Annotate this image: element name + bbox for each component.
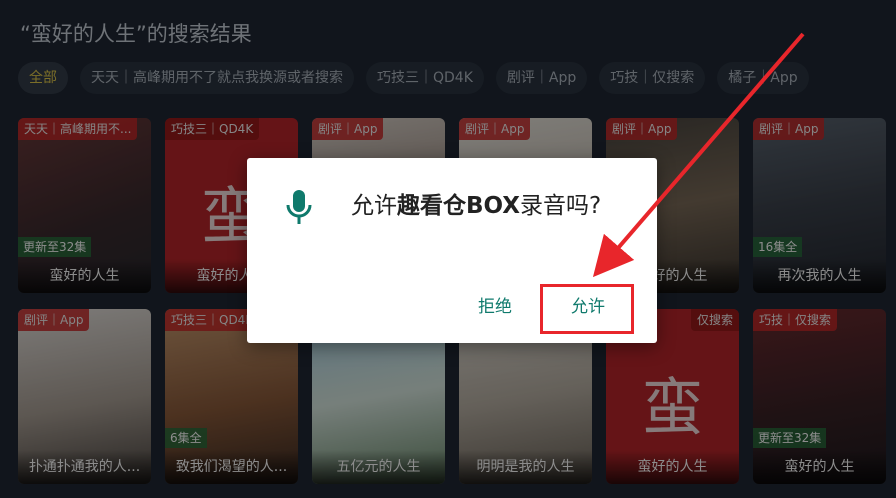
annotation-arrow-icon: [592, 32, 805, 278]
